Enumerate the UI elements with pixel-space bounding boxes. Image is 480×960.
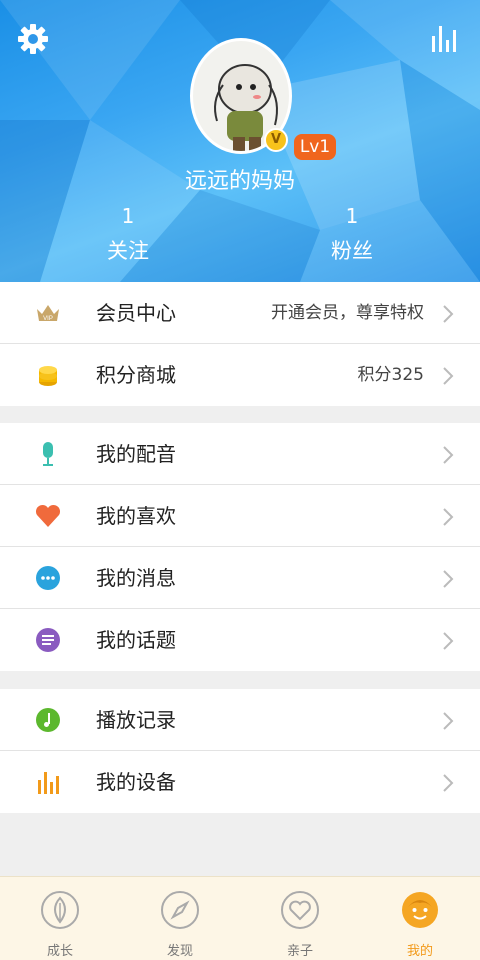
level-badge: Lv1 xyxy=(294,134,336,160)
following-count: 1 xyxy=(121,204,135,228)
menu-label: 我的话题 xyxy=(96,628,176,652)
tab-label: 亲子 xyxy=(286,944,313,959)
chevron-right-icon xyxy=(443,712,454,730)
menu-label: 会员中心 xyxy=(96,301,176,325)
followers-count: 1 xyxy=(345,204,359,228)
menu-group-playback: 播放记录 我的设备 xyxy=(0,689,480,813)
followers-label: 粉丝 xyxy=(331,239,373,263)
menu-label: 我的配音 xyxy=(96,442,176,466)
username[interactable]: 远远的妈妈 xyxy=(0,163,480,195)
face-icon xyxy=(402,892,438,928)
vip-crown-icon: VIP xyxy=(37,305,59,322)
message-icon xyxy=(36,566,60,590)
stats-icon[interactable] xyxy=(430,22,462,54)
menu-label: 播放记录 xyxy=(96,708,176,732)
menu-item-points-mall[interactable]: 积分商城 积分325 xyxy=(0,344,480,406)
menu-item-my-topics[interactable]: 我的话题 xyxy=(0,609,480,671)
chevron-right-icon xyxy=(443,632,454,650)
menu-group-activity: 我的配音 我的喜欢 我的消息 我的话题 xyxy=(0,423,480,671)
svg-text:VIP: VIP xyxy=(43,316,53,322)
menu-item-vip-center[interactable]: VIP 会员中心 开通会员，尊享特权 xyxy=(0,282,480,344)
compass-icon xyxy=(161,891,199,929)
coins-icon xyxy=(39,366,57,386)
chevron-right-icon xyxy=(443,367,454,385)
settings-gear-icon[interactable] xyxy=(16,22,50,56)
points-balance: 积分325 xyxy=(357,365,424,385)
menu-item-my-dubbing[interactable]: 我的配音 xyxy=(0,423,480,485)
menu-item-my-devices[interactable]: 我的设备 xyxy=(0,751,480,813)
menu-item-my-likes[interactable]: 我的喜欢 xyxy=(0,485,480,547)
bottom-tab-bar: 成长 发现 亲子 我的 xyxy=(0,876,480,960)
menu-label: 我的消息 xyxy=(96,566,176,590)
tab-growth[interactable]: 成长 xyxy=(0,877,120,960)
menu-label: 我的喜欢 xyxy=(96,504,176,528)
tab-parenting[interactable]: 亲子 xyxy=(240,877,360,960)
topic-icon xyxy=(36,628,60,652)
following-label: 关注 xyxy=(107,239,149,263)
music-note-icon xyxy=(36,708,60,732)
menu-item-my-messages[interactable]: 我的消息 xyxy=(0,547,480,609)
chevron-right-icon xyxy=(443,570,454,588)
menu-item-play-history[interactable]: 播放记录 xyxy=(0,689,480,751)
tab-label: 我的 xyxy=(406,944,433,959)
chevron-right-icon xyxy=(443,446,454,464)
followers-stat[interactable]: 1 粉丝 xyxy=(282,203,422,265)
chevron-right-icon xyxy=(443,774,454,792)
heart-outline-icon xyxy=(281,891,319,929)
tab-mine[interactable]: 我的 xyxy=(360,877,480,960)
menu-group-membership: VIP 会员中心 开通会员，尊享特权 积分商城 积分325 xyxy=(0,282,480,406)
tab-discover[interactable]: 发现 xyxy=(120,877,240,960)
following-stat[interactable]: 1 关注 xyxy=(58,203,198,265)
tab-label: 成长 xyxy=(46,944,73,959)
menu-label: 积分商城 xyxy=(96,363,176,387)
profile-header: V Lv1 远远的妈妈 1 关注 1 粉丝 xyxy=(0,0,480,282)
microphone-icon xyxy=(43,442,53,466)
tab-label: 发现 xyxy=(166,944,193,959)
equalizer-icon xyxy=(38,772,59,794)
menu-extra-text: 开通会员，尊享特权 xyxy=(271,303,424,323)
chevron-right-icon xyxy=(443,508,454,526)
heart-icon xyxy=(35,504,61,527)
chevron-right-icon xyxy=(443,305,454,323)
vip-badge: V xyxy=(264,128,288,152)
leaf-icon xyxy=(41,891,79,929)
menu-label: 我的设备 xyxy=(96,770,176,794)
